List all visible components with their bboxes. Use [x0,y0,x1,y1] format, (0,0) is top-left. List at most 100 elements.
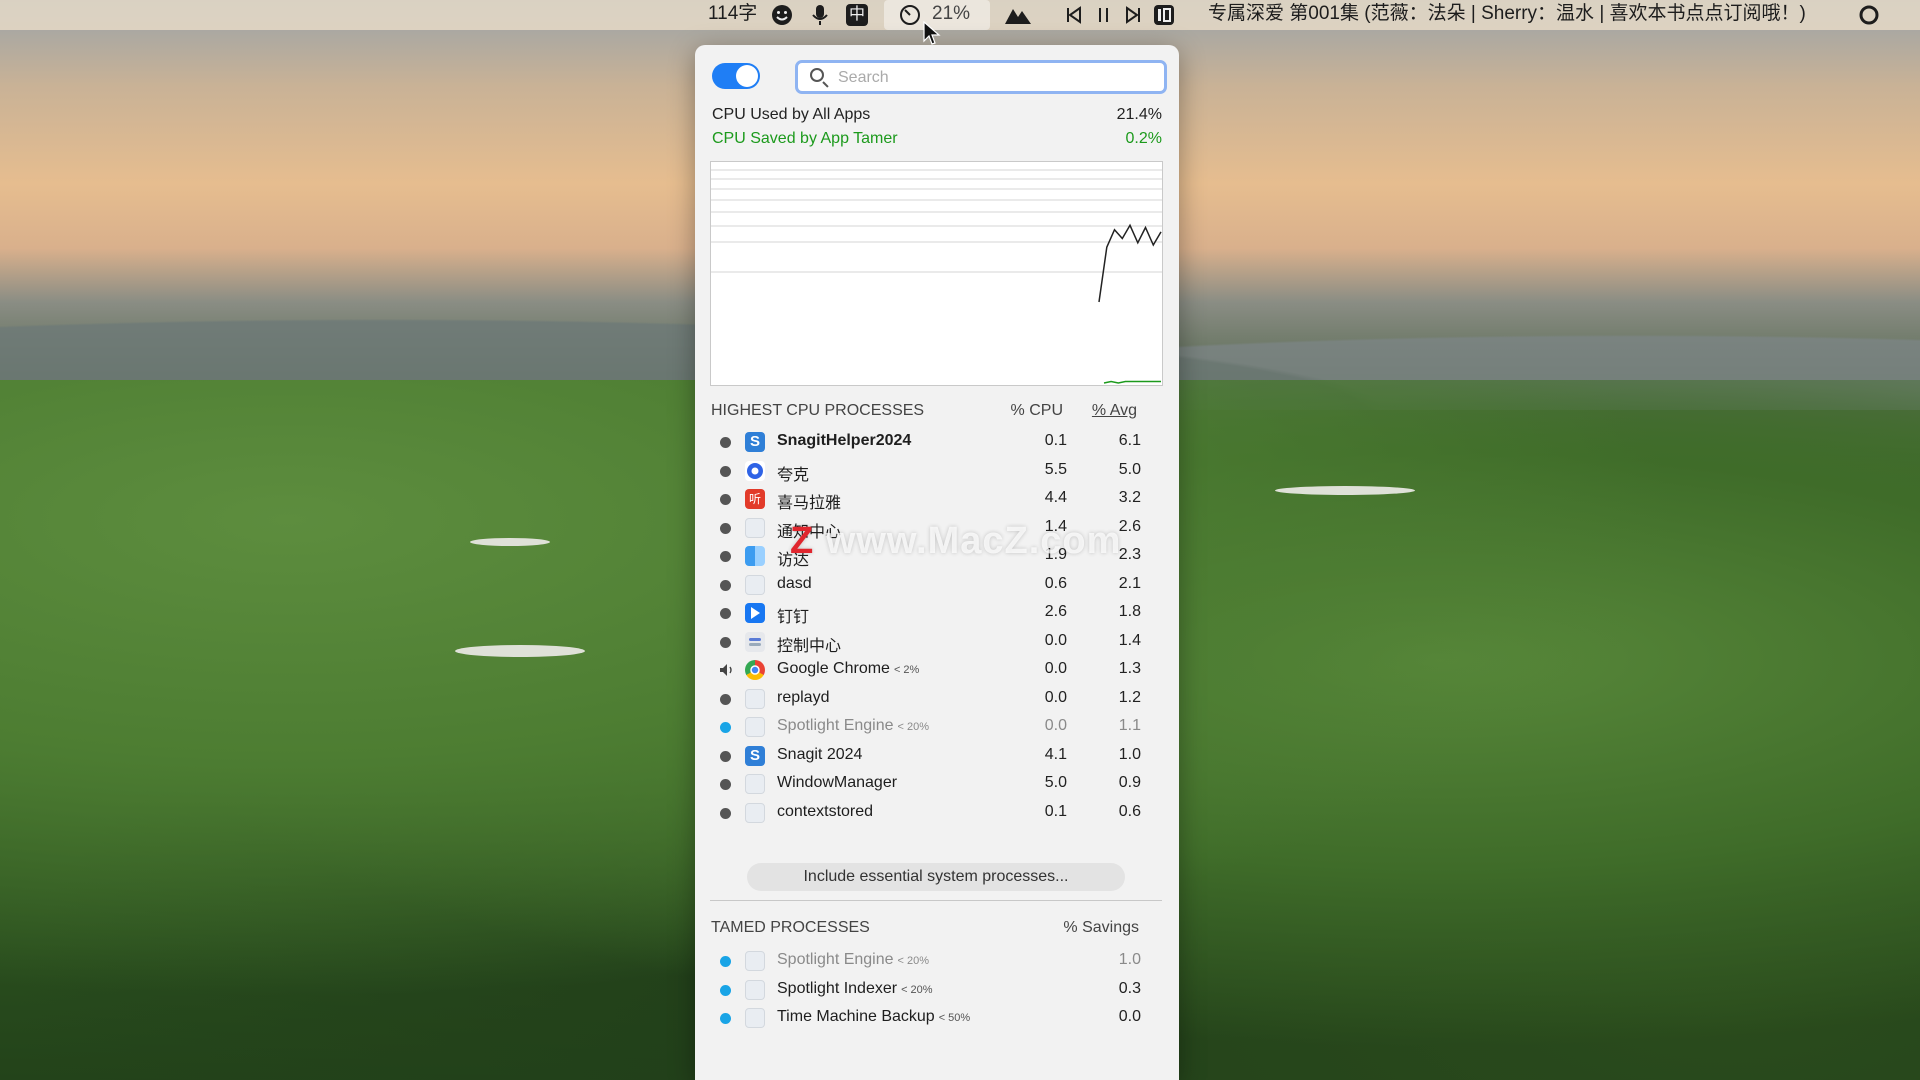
process-cpu: 0.1 [1044,802,1067,820]
spotlight-circle-icon[interactable] [1858,4,1880,26]
col-savings-header[interactable]: % Savings [1019,919,1139,937]
app-finder-icon [745,546,765,566]
tamed-status-dot [720,722,731,733]
process-savings: 0.0 [1118,1008,1141,1025]
cpu-limit-badge: < 2% [893,664,920,676]
process-name: 控制中心 [777,637,842,655]
process-name: Snagit 2024 [777,745,863,763]
tamed-status-dot [720,956,731,967]
process-row[interactable]: dasd 0.6 2.1 [711,572,1163,598]
app-chrome-icon [745,660,765,680]
status-dot [720,693,731,705]
tamed-process-row[interactable]: Spotlight Engine < 20% 1.0 [711,948,1163,974]
process-name: Google Chrome < 2% [777,660,920,677]
section-divider [710,900,1162,901]
app-cc-icon [745,631,765,652]
app-blank-icon [745,688,765,709]
app-tamer-gauge-icon[interactable] [899,4,921,26]
process-cpu: 0.0 [1044,688,1067,706]
col-avg-header[interactable]: % Avg [1067,402,1137,420]
process-avg: 5.0 [1118,460,1141,478]
next-track-icon[interactable] [1122,4,1144,26]
app-snagit-icon: S [745,745,765,766]
highest-cpu-header: HIGHEST CPU PROCESSES % Avg % CPU [711,402,1161,424]
process-name: 喜马拉雅 [777,495,842,512]
process-row[interactable]: WindowManager 5.0 0.9 [711,771,1163,797]
tamed-process-row[interactable]: Spotlight Indexer < 20% 0.3 [711,977,1163,1003]
process-row[interactable]: Google Chrome < 2% 0.0 1.3 [711,657,1163,683]
app-blank-icon [745,1008,765,1028]
process-row[interactable]: 钉钉 2.6 1.8 [711,600,1163,626]
status-dot [720,437,731,448]
process-name: SnagitHelper2024 [777,432,912,449]
previous-track-icon[interactable] [1063,4,1085,26]
process-avg: 1.8 [1118,603,1141,620]
process-name: Spotlight Engine < 20% [777,951,930,968]
media-app-icon[interactable] [1153,4,1175,26]
process-avg: 3.2 [1118,489,1141,506]
process-avg: 2.1 [1118,574,1141,592]
app-ding-icon [745,603,765,623]
process-cpu: 5.0 [1044,774,1067,791]
process-avg: 1.3 [1118,660,1141,677]
wallpaper-pond [455,645,585,657]
status-dot [720,551,731,562]
now-playing-title[interactable]: 专属深爱 第001集 (范薇：法朵 | Sherry：温水 | 喜欢本书点点订阅… [1208,0,1806,30]
process-row[interactable]: replayd 0.0 1.2 [711,686,1163,712]
status-dot [720,608,731,619]
process-avg: 2.6 [1118,517,1141,535]
process-row[interactable]: 夸克 5.5 5.0 [711,458,1163,484]
app-quark-icon [745,460,765,481]
process-row[interactable]: 控制中心 0.0 1.4 [711,629,1163,655]
tamed-status-dot [720,1013,731,1024]
process-name: Spotlight Indexer < 20% [777,979,933,997]
toggle-knob [736,65,758,87]
process-name: Time Machine Backup < 50% [777,1008,971,1025]
menu-bar: 114字 中 21% 专属深爱 第001集 (范薇：法朵 | Sherry：温水… [0,0,1920,30]
saved-cpu-line [1103,380,1161,384]
process-cpu: 4.4 [1044,489,1067,506]
process-row[interactable]: 听喜马拉雅 4.4 3.2 [711,486,1163,512]
process-avg: 0.9 [1118,774,1141,791]
process-row[interactable]: S SnagitHelper2024 0.1 6.1 [711,429,1163,455]
status-dot [720,750,731,762]
col-cpu-header[interactable]: % CPU [993,402,1063,420]
status-dot [720,636,731,648]
microphone-icon[interactable] [809,4,831,26]
app-blank-icon [745,717,765,737]
mountain-icon[interactable] [1004,4,1032,26]
cpu-saved-label: CPU Saved by App Tamer [712,130,898,147]
process-cpu: 0.6 [1044,574,1067,592]
include-system-processes-button[interactable]: Include essential system processes... [747,863,1125,891]
app-blank-icon [745,574,765,595]
tamed-process-row[interactable]: Time Machine Backup < 50% 0.0 [711,1005,1163,1031]
pause-icon[interactable] [1093,4,1115,26]
process-row[interactable]: contextstored 0.1 0.6 [711,800,1163,826]
word-count[interactable]: 114字 [708,0,757,30]
search-input[interactable] [836,65,1150,91]
cpu-limit-badge: < 50% [938,1012,971,1024]
cpu-used-value: 21.4% [1116,106,1162,123]
process-cpu: 4.1 [1044,745,1067,763]
process-avg: 2.3 [1118,546,1141,563]
cpu-limit-badge: < 20% [897,955,930,967]
wallpaper-pond [1275,486,1415,495]
search-icon [810,68,824,82]
input-method-icon[interactable]: 中 [846,4,868,26]
app-snagit-icon: S [745,432,765,452]
cpu-history-graph [710,161,1163,386]
tamed-processes-header: TAMED PROCESSES % Savings [711,919,1161,941]
app-xmly-icon: 听 [745,489,765,509]
process-name: contextstored [777,802,874,820]
process-row[interactable]: Spotlight Engine < 20% 0.0 1.1 [711,714,1163,740]
process-name: Spotlight Engine < 20% [777,717,930,734]
search-box [795,60,1167,94]
process-row[interactable]: S Snagit 2024 4.1 1.0 [711,743,1163,769]
process-savings: 0.3 [1118,979,1141,997]
smiley-icon[interactable] [771,4,793,26]
process-name: replayd [777,688,830,706]
process-savings: 1.0 [1118,951,1141,968]
status-dot [720,465,731,477]
process-avg: 1.2 [1118,688,1141,706]
app-tamer-enable-toggle[interactable] [712,63,760,89]
